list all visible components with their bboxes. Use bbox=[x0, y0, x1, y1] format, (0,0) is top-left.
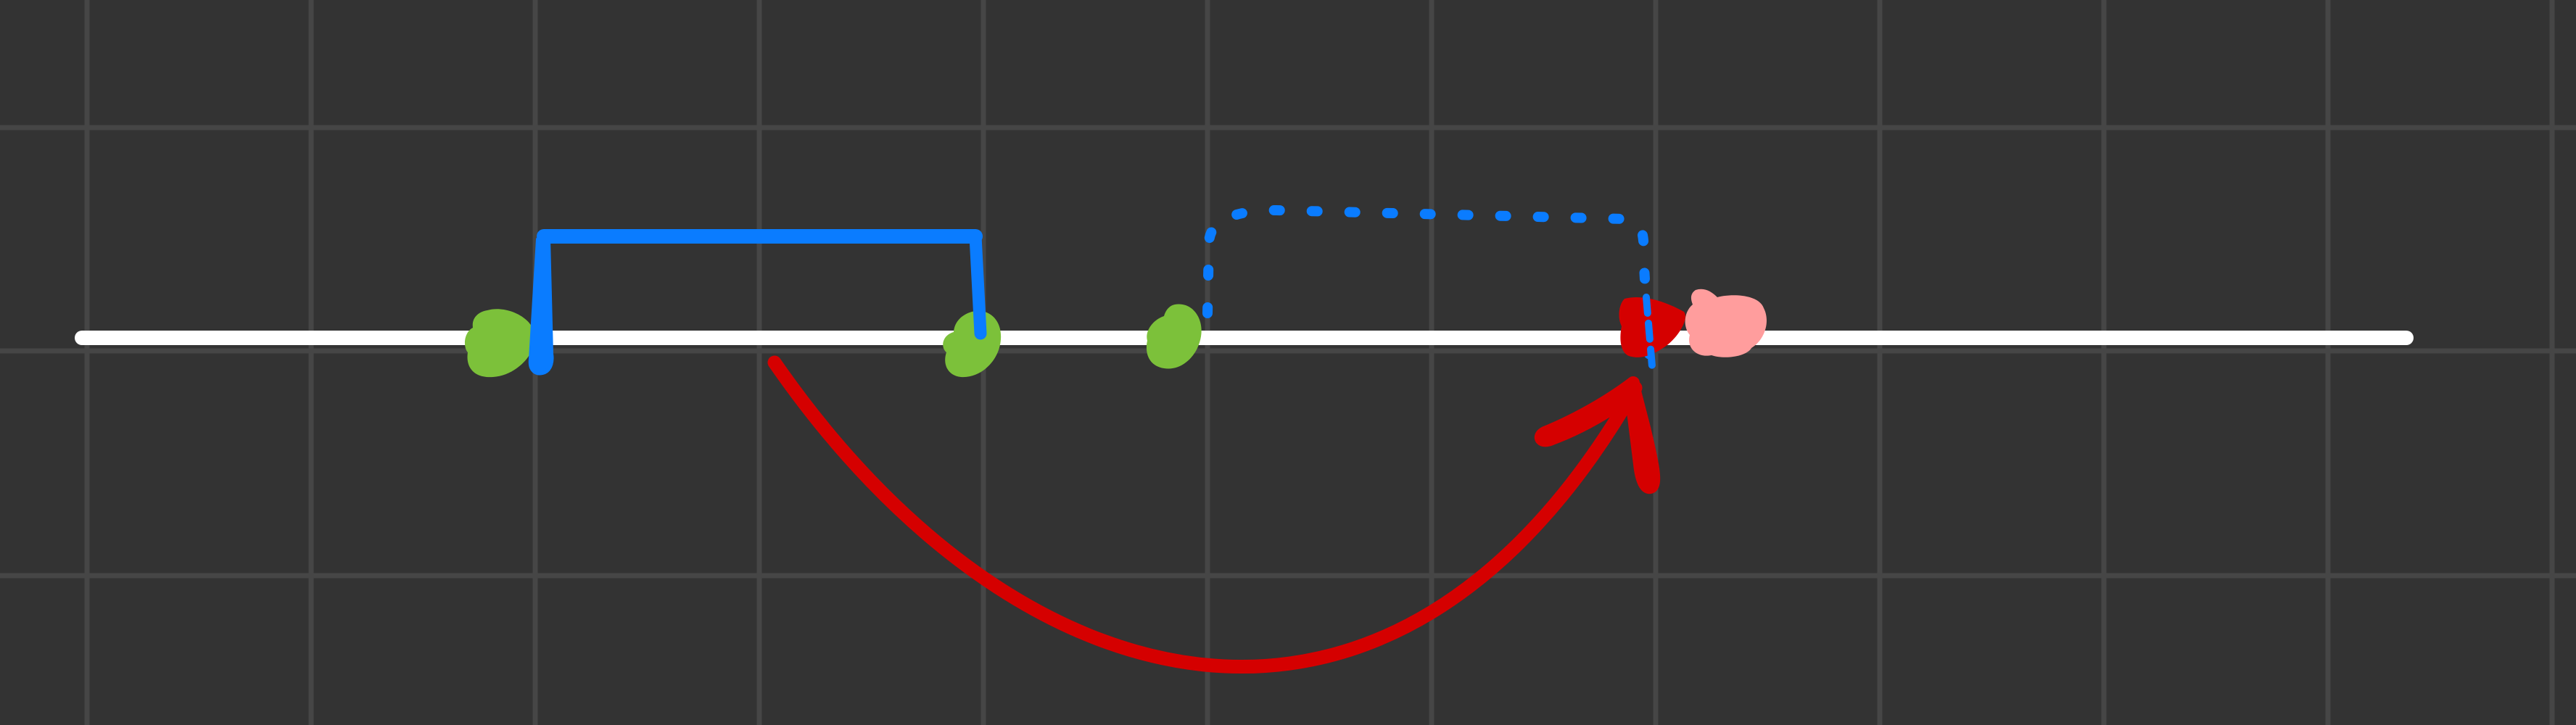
diagram-canvas bbox=[0, 0, 2576, 725]
bracket-right-stem bbox=[969, 230, 987, 340]
canvas-background bbox=[0, 0, 2576, 725]
